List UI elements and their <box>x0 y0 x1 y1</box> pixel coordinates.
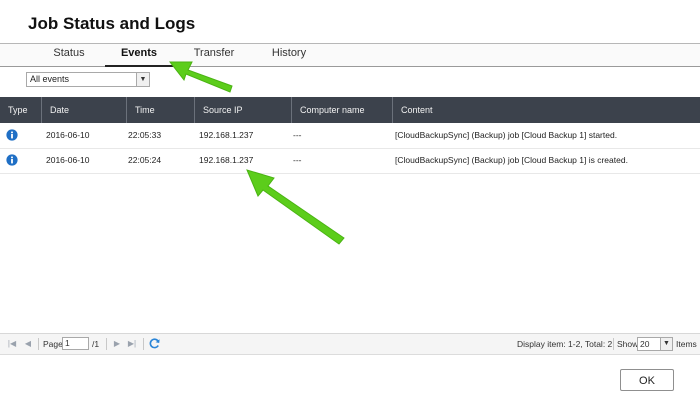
items-per-page-value: 20 <box>640 339 650 349</box>
ok-button[interactable]: OK <box>620 369 674 391</box>
cell-source-ip: 192.168.1.237 <box>199 155 254 165</box>
cell-content: [CloudBackupSync] (Backup) job [Cloud Ba… <box>395 130 618 140</box>
dialog-title: Job Status and Logs <box>28 14 196 33</box>
show-label: Show <box>617 339 639 349</box>
cell-computer-name: --- <box>293 155 302 165</box>
cell-date: 2016-06-10 <box>46 130 90 140</box>
page-label: Page <box>43 339 63 349</box>
pager-divider <box>143 338 144 350</box>
event-filter-select[interactable]: All events ▼ <box>26 72 150 87</box>
last-page-icon[interactable]: ▶| <box>126 338 138 350</box>
first-page-icon[interactable]: |◀ <box>6 338 18 350</box>
pager-divider <box>106 338 107 350</box>
next-page-icon[interactable]: ▶ <box>111 338 123 350</box>
chevron-down-icon: ▼ <box>660 338 672 350</box>
info-icon <box>6 154 18 166</box>
tab-history[interactable]: History <box>258 47 320 65</box>
cell-computer-name: --- <box>293 130 302 140</box>
tab-bar: Status Events Transfer History <box>0 43 700 67</box>
cell-date: 2016-06-10 <box>46 155 90 165</box>
chevron-down-icon: ▼ <box>136 73 149 86</box>
display-item-info: Display item: 1-2, Total: 2 <box>517 339 613 349</box>
items-per-page-select[interactable]: 20 ▼ <box>637 337 673 351</box>
items-label: Items <box>676 339 697 349</box>
column-header-source-ip[interactable]: Source IP <box>194 97 291 123</box>
refresh-icon[interactable] <box>148 337 161 350</box>
pager-divider <box>613 338 614 350</box>
column-header-date[interactable]: Date <box>41 97 126 123</box>
column-header-content[interactable]: Content <box>392 97 700 123</box>
info-icon <box>6 129 18 141</box>
tab-transfer[interactable]: Transfer <box>183 47 245 65</box>
pagination-bar: |◀ ◀ Page 1 /1 ▶ ▶| Display item: 1-2, T… <box>0 334 700 355</box>
tab-events[interactable]: Events <box>105 47 173 67</box>
table-row[interactable]: 2016-06-10 22:05:33 192.168.1.237 --- [C… <box>0 123 700 149</box>
cell-source-ip: 192.168.1.237 <box>199 130 254 140</box>
cell-time: 22:05:33 <box>128 130 162 140</box>
table-header: Type Date Time Source IP Computer name C… <box>0 97 700 123</box>
events-table: Type Date Time Source IP Computer name C… <box>0 97 700 334</box>
cell-content: [CloudBackupSync] (Backup) job [Cloud Ba… <box>395 155 628 165</box>
event-filter-value: All events <box>30 74 70 84</box>
page-number-input[interactable]: 1 <box>62 337 89 350</box>
column-header-type[interactable]: Type <box>0 97 41 123</box>
table-row[interactable]: 2016-06-10 22:05:24 192.168.1.237 --- [C… <box>0 148 700 174</box>
column-header-time[interactable]: Time <box>126 97 194 123</box>
pager-divider <box>38 338 39 350</box>
previous-page-icon[interactable]: ◀ <box>22 338 34 350</box>
cell-time: 22:05:24 <box>128 155 162 165</box>
column-header-computer-name[interactable]: Computer name <box>291 97 392 123</box>
page-total: /1 <box>92 339 100 349</box>
tab-status[interactable]: Status <box>40 47 98 65</box>
